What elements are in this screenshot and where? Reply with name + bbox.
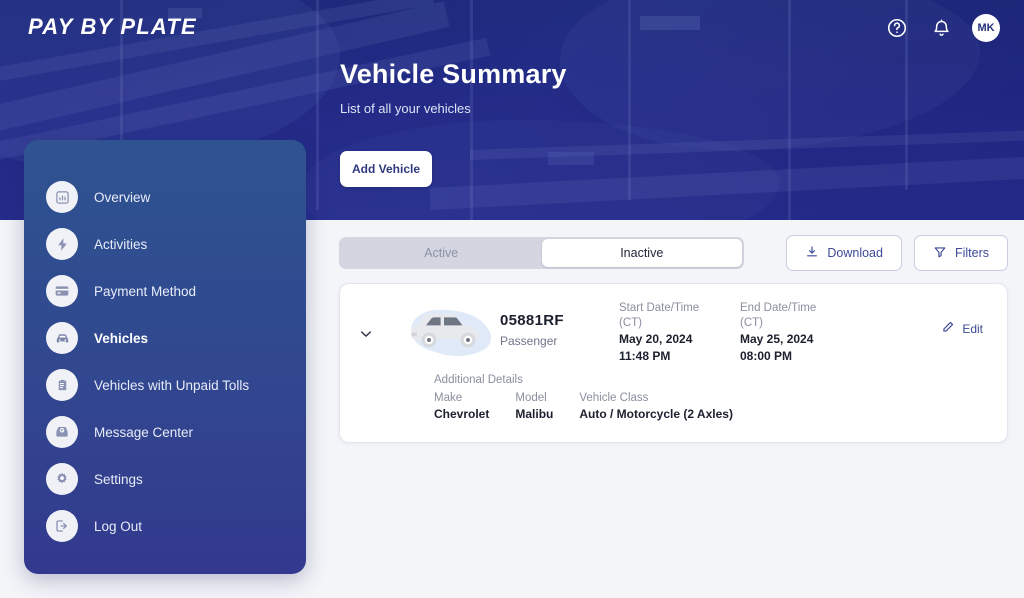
vehicle-identity: 05881RF Passenger <box>500 312 564 348</box>
chevron-down-icon[interactable] <box>354 322 378 346</box>
sidebar-item-overview[interactable]: Overview <box>24 174 306 220</box>
sidebar-item-label: Message Center <box>94 424 194 440</box>
sidebar-item-activities[interactable]: Activities <box>24 221 306 267</box>
add-vehicle-button[interactable]: Add Vehicle <box>340 151 432 187</box>
car-icon <box>46 322 78 354</box>
detail-label: Make <box>434 392 463 404</box>
start-datetime-label: Start Date/Time <box>619 302 700 314</box>
download-button[interactable]: Download <box>786 235 902 271</box>
sidebar-item-label: Payment Method <box>94 283 197 299</box>
sidebar-item-vehicles[interactable]: Vehicles <box>24 315 306 361</box>
detail-model: Model Malibu <box>515 390 553 423</box>
detail-label: Vehicle Class <box>579 392 649 404</box>
credit-card-icon <box>46 275 78 307</box>
detail-value: Auto / Motorcycle (2 Axles) <box>579 407 733 421</box>
download-icon <box>805 245 819 262</box>
content-toolbar: Active Inactive Download Filters <box>339 235 1008 271</box>
car-illustration <box>402 299 494 365</box>
sidebar-item-label: Overview <box>94 189 151 205</box>
filters-button[interactable]: Filters <box>913 235 1008 271</box>
edit-label: Edit <box>962 321 983 336</box>
sidebar-item-settings[interactable]: Settings <box>24 456 306 502</box>
detail-value: Chevrolet <box>434 407 490 421</box>
avatar[interactable]: MK <box>972 14 1000 42</box>
end-datetime-timezone: (CT) <box>740 317 763 329</box>
sidebar-item-payment-method[interactable]: Payment Method <box>24 268 306 314</box>
vehicle-type: Passenger <box>500 334 558 348</box>
header-actions: MK <box>884 14 1000 42</box>
detail-make: Make Chevrolet <box>434 390 489 423</box>
tab-active[interactable]: Active <box>341 239 542 267</box>
page-subtitle: List of all your vehicles <box>340 101 471 116</box>
page-title: Vehicle Summary <box>340 59 567 89</box>
clipboard-toll-icon <box>46 369 78 401</box>
detail-value: Malibu <box>515 407 554 421</box>
sidebar-item-label: Vehicles <box>94 330 149 346</box>
sidebar-item-message-center[interactable]: Message Center <box>24 409 306 455</box>
end-time-value: 08:00 PM <box>740 349 793 363</box>
app-logo: PAY BY PLATE <box>28 14 197 39</box>
tab-inactive[interactable]: Inactive <box>541 239 742 267</box>
toolbar-actions: Download Filters <box>786 235 1008 271</box>
additional-details-label: Additional Details <box>434 374 523 386</box>
start-date-value: May 20, 2024 <box>619 332 693 346</box>
sidebar: Overview Activities Payment Method Vehic… <box>24 140 306 574</box>
additional-details: Additional Details Make Chevrolet Model … <box>434 374 759 423</box>
sidebar-item-label: Vehicles with Unpaid Tolls <box>94 377 250 393</box>
detail-vehicle-class: Vehicle Class Auto / Motorcycle (2 Axles… <box>579 390 733 423</box>
help-circle-icon[interactable] <box>884 15 910 41</box>
filters-label: Filters <box>954 246 989 260</box>
sidebar-item-label: Activities <box>94 236 148 252</box>
sidebar-item-label: Settings <box>94 471 143 487</box>
end-date-value: May 25, 2024 <box>740 332 814 346</box>
logout-icon <box>46 510 78 542</box>
edit-button[interactable]: Edit <box>941 320 983 337</box>
end-datetime-label: End Date/Time <box>740 302 817 314</box>
start-datetime-timezone: (CT) <box>619 317 642 329</box>
pencil-icon <box>941 320 955 337</box>
license-plate: 05881RF <box>500 312 564 329</box>
bolt-icon <box>46 228 78 260</box>
status-tab-group: Active Inactive <box>339 237 744 269</box>
sidebar-item-label: Log Out <box>94 518 143 534</box>
chart-bar-icon <box>46 181 78 213</box>
download-label: Download <box>827 246 883 260</box>
funnel-icon <box>933 245 947 262</box>
end-datetime-block: End Date/Time (CT) May 25, 2024 08:00 PM <box>740 301 816 365</box>
sidebar-item-log-out[interactable]: Log Out <box>24 503 306 549</box>
inbox-message-icon <box>46 416 78 448</box>
app-root: PAY BY PLATE MK Vehicle Summary List of … <box>0 0 1024 598</box>
detail-label: Model <box>515 392 547 404</box>
start-datetime-block: Start Date/Time (CT) May 20, 2024 11:48 … <box>619 301 699 365</box>
vehicle-card: 05881RF Passenger Start Date/Time (CT) M… <box>339 283 1008 443</box>
gear-icon <box>46 463 78 495</box>
bell-icon[interactable] <box>928 15 954 41</box>
sidebar-item-vehicles-with-unpaid-tolls[interactable]: Vehicles with Unpaid Tolls <box>24 362 306 408</box>
start-time-value: 11:48 PM <box>619 349 671 363</box>
